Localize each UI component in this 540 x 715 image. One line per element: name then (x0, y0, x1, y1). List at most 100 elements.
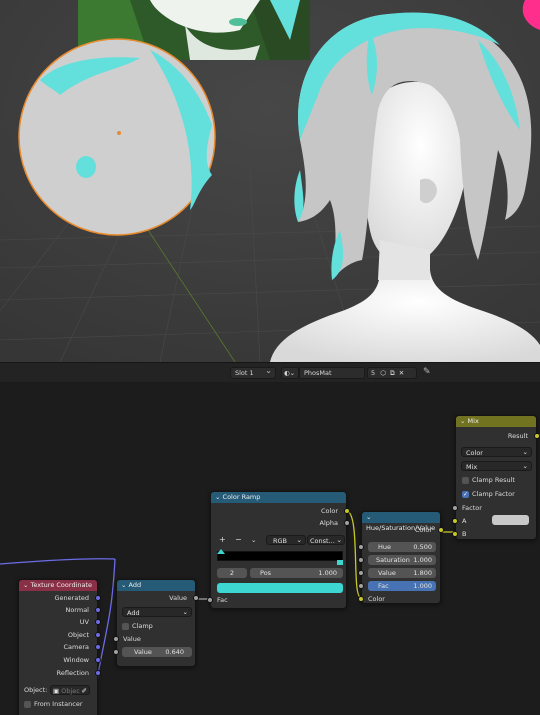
saturation-label: Saturation (376, 556, 410, 564)
collapse-chevron-icon[interactable]: ⌄ (460, 417, 465, 425)
data-type-dropdown[interactable]: Color ⌄ (461, 447, 532, 457)
node-math-add[interactable]: ⌄ Add Value Add ⌄ Clamp Value Value 0.64… (113, 579, 199, 667)
input-socket-hue[interactable] (358, 544, 364, 550)
input-socket-b[interactable] (452, 531, 458, 537)
object-placeholder: Objec (61, 687, 80, 695)
color-mode-dropdown[interactable]: RGB ⌄ (266, 535, 306, 545)
output-socket-uv[interactable] (95, 619, 101, 625)
material-name-field[interactable]: PhosMat (299, 367, 365, 379)
output-socket-generated[interactable] (95, 595, 101, 601)
output-socket-reflection[interactable] (95, 670, 101, 676)
ramp-stop-marker-0[interactable] (217, 549, 225, 554)
output-label: Generated (54, 594, 89, 602)
unlink-material-icon[interactable]: ✕ (399, 369, 404, 377)
add-stop-icon[interactable]: + (219, 536, 226, 544)
user-count[interactable]: 5 (371, 369, 375, 377)
fake-user-shield-icon[interactable]: ⬡ (380, 369, 386, 377)
stop-index-field[interactable]: 2 (217, 568, 247, 578)
from-instancer-checkbox[interactable] (24, 701, 31, 708)
output-socket-color[interactable] (344, 508, 350, 514)
node-title-bar[interactable]: ⌄ Color Ramp (211, 492, 346, 503)
collapse-chevron-icon[interactable]: ⌄ (23, 581, 28, 589)
node-hue-saturation-value[interactable]: ⌄ Hue/Saturation/Value Color Hue 0.500 S… (358, 511, 444, 604)
input-socket-saturation[interactable] (358, 557, 364, 563)
node-title: Color Ramp (222, 493, 261, 501)
input-socket-factor[interactable] (452, 505, 458, 511)
output-label: UV (79, 618, 89, 626)
value-number-field[interactable]: Value 0.640 (122, 647, 192, 657)
input-socket-value[interactable] (358, 570, 364, 576)
input-socket-value-2[interactable] (113, 649, 119, 655)
node-title-bar[interactable]: ⌄ Texture Coordinate (19, 580, 97, 591)
output-label: Result (507, 432, 528, 440)
collapse-chevron-icon[interactable]: ⌄ (215, 493, 220, 501)
clamp-factor-checkbox[interactable]: ✓ (462, 491, 469, 498)
output-socket-alpha[interactable] (344, 520, 350, 526)
input-socket-a[interactable] (452, 518, 458, 524)
object-icon: ▣ (53, 687, 60, 695)
input-socket-value[interactable] (113, 636, 119, 642)
fac-field[interactable]: Fac 1.000 (368, 581, 436, 591)
output-label: Color (321, 507, 338, 515)
output-socket-window[interactable] (95, 657, 101, 663)
output-label: Window (63, 656, 89, 664)
value-field[interactable]: Value 1.800 (368, 568, 436, 578)
ramp-stop-marker-1[interactable] (337, 560, 343, 565)
node-mix[interactable]: ⌄ Mix Result Color ⌄ Mix ⌄ Clamp Result … (452, 415, 540, 540)
output-label: Normal (65, 606, 89, 614)
from-instancer-label: From Instancer (34, 700, 83, 708)
duplicate-material-icon[interactable]: ⧉ (390, 369, 395, 377)
chevron-down-icon: ⌄ (182, 608, 188, 616)
output-socket-object[interactable] (95, 632, 101, 638)
hue-field[interactable]: Hue 0.500 (368, 542, 436, 552)
object-field-label: Object: (24, 686, 48, 694)
fac-value: 1.000 (413, 582, 432, 590)
output-socket-color[interactable] (438, 527, 444, 533)
3d-viewport[interactable] (0, 0, 540, 362)
object-picker-field[interactable]: ▣ Objec ✐ (50, 685, 90, 695)
fac-label: Fac (378, 582, 389, 590)
hue-value: 0.500 (413, 543, 432, 551)
node-title-bar[interactable]: ⌄ Hue/Saturation/Value (362, 512, 440, 532)
value-field-value: 0.640 (165, 648, 184, 656)
node-editor[interactable]: ⌄ Texture Coordinate Generated Normal UV… (0, 382, 540, 715)
node-texture-coordinate[interactable]: ⌄ Texture Coordinate Generated Normal UV… (18, 579, 101, 715)
viewport-scene (0, 0, 540, 362)
saturation-field[interactable]: Saturation 1.000 (368, 555, 436, 565)
clamp-result-checkbox[interactable] (462, 477, 469, 484)
material-browse-button[interactable]: ◐⌄ (281, 367, 299, 379)
a-color-swatch[interactable] (492, 515, 529, 525)
node-title: Mix (467, 417, 479, 425)
output-socket-value[interactable] (193, 595, 199, 601)
collapse-chevron-icon[interactable]: ⌄ (366, 513, 371, 521)
remove-stop-icon[interactable]: − (235, 536, 242, 544)
ramp-menu-chevron-icon[interactable]: ⌄ (251, 536, 256, 544)
node-title-bar[interactable]: ⌄ Mix (456, 416, 536, 427)
pin-icon[interactable]: ✎ (423, 367, 431, 377)
slot-dropdown[interactable]: Slot 1 (230, 366, 276, 379)
input-socket-fac[interactable] (358, 583, 364, 589)
interpolation-dropdown[interactable]: Const... ⌄ (307, 535, 345, 545)
chevron-down-icon: ⌄ (336, 536, 342, 544)
chevron-down-icon: ⌄ (296, 536, 302, 544)
output-socket-result[interactable] (534, 433, 540, 439)
stop-position-field[interactable]: Pos 1.000 (250, 568, 343, 578)
output-socket-normal[interactable] (95, 607, 101, 613)
pos-label: Pos (260, 569, 272, 577)
eyedropper-icon[interactable]: ✐ (82, 686, 87, 696)
node-title-bar[interactable]: ⌄ Add (117, 580, 195, 591)
color-ramp-gradient[interactable] (217, 551, 343, 561)
output-label: Object (67, 631, 89, 639)
node-color-ramp[interactable]: ⌄ Color Ramp Color Alpha + − ⌄ RGB ⌄ Con… (207, 491, 350, 609)
blend-mode-dropdown[interactable]: Mix ⌄ (461, 461, 532, 471)
input-socket-fac[interactable] (207, 597, 213, 603)
output-socket-camera[interactable] (95, 644, 101, 650)
operation-dropdown[interactable]: Add ⌄ (122, 607, 192, 617)
output-label: Value (169, 594, 187, 602)
value-field-label: Value (134, 648, 152, 656)
clamp-checkbox[interactable] (122, 623, 129, 630)
interpolation-value: Const... (310, 537, 335, 545)
collapse-chevron-icon[interactable]: ⌄ (121, 581, 126, 589)
input-socket-color[interactable] (358, 596, 364, 602)
stop-color-swatch[interactable] (217, 583, 343, 593)
